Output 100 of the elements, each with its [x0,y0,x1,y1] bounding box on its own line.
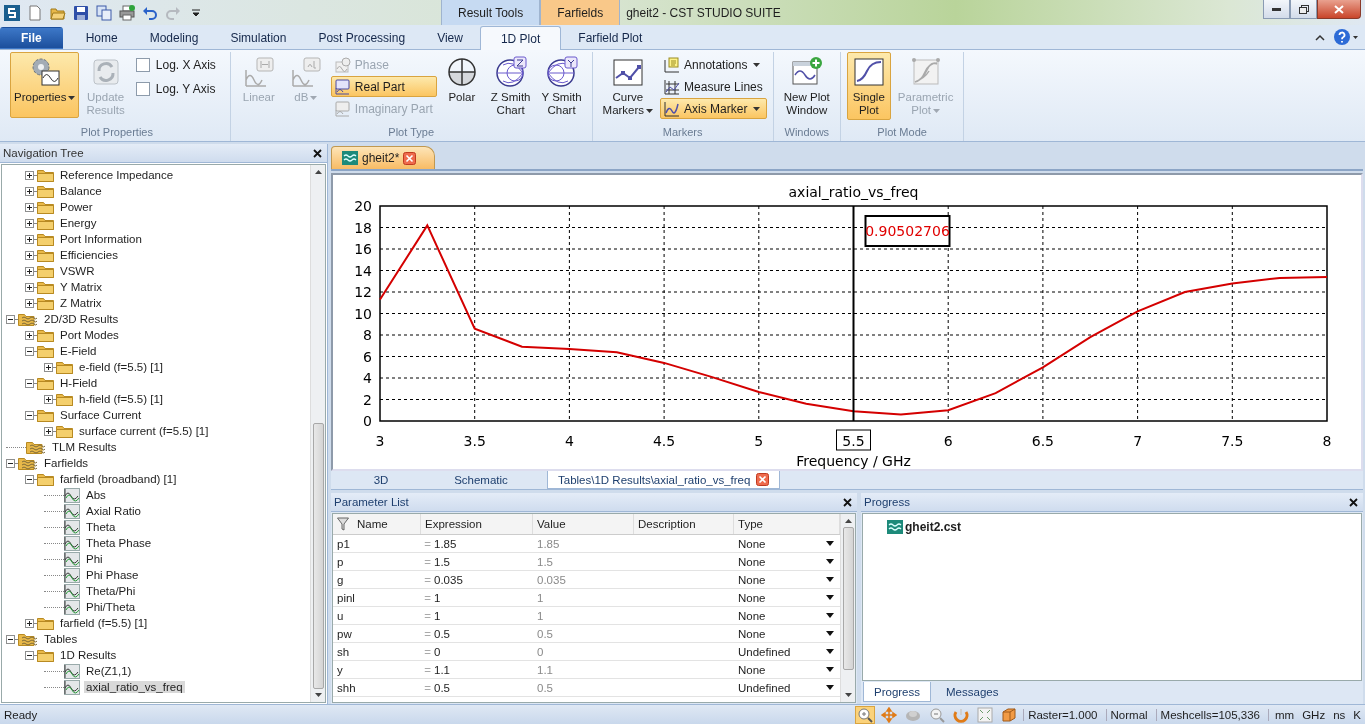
tree-item[interactable]: Re(Z1,1) [84,665,134,677]
expander-icon[interactable] [25,378,34,388]
ribbon-button[interactable]: Z Smith Chart [486,52,535,120]
tree-item[interactable]: Power [58,201,95,213]
column-header[interactable]: Value [533,514,634,534]
table-cell[interactable]: 1 [434,591,441,604]
close-button[interactable] [1317,0,1361,19]
expander-icon[interactable] [25,266,34,276]
tree-item[interactable]: Theta [84,521,118,533]
type-dropdown[interactable]: Undefined [734,643,840,660]
expander-icon[interactable] [25,186,34,196]
help-icon[interactable] [1333,28,1359,46]
close-icon[interactable] [1349,497,1358,507]
expander-icon[interactable] [44,426,53,436]
tree-item[interactable]: h-field (f=5.5) [1] [77,393,166,405]
expander-icon[interactable] [25,474,34,484]
tree-item[interactable]: surface current (f=5.5) [1] [77,425,211,437]
ribbon-tab[interactable]: Modeling [134,27,214,49]
toolbar-button[interactable] [975,705,996,724]
tree-item[interactable]: TLM Results [50,441,119,453]
expander-icon[interactable] [25,330,34,340]
table-cell[interactable]: 1.85 [434,537,457,550]
table-cell[interactable]: 0.5 [434,681,450,694]
type-dropdown[interactable]: None [734,625,840,642]
panel-tab[interactable]: Progress [863,682,932,702]
tree-item[interactable]: Phi Phase [84,569,141,581]
editor-tab[interactable]: Tables\1D Results\axial_ratio_vs_freq [547,471,781,489]
checkbox[interactable] [135,58,150,72]
ribbon-tab[interactable]: Farfield Plot [563,27,658,49]
expander-icon[interactable] [6,314,15,324]
expander-icon[interactable] [44,394,53,404]
minimize-button[interactable] [1263,0,1290,19]
expander-icon[interactable] [25,618,34,628]
expander-icon[interactable] [6,458,15,468]
ribbon-button[interactable]: Y Smith Chart [537,52,586,120]
panel-tab[interactable]: Messages [935,682,1010,702]
scrollbar[interactable] [840,514,855,702]
expander-icon[interactable] [25,346,34,356]
expander-icon[interactable] [25,650,34,660]
table-cell[interactable]: 1.5 [434,555,450,568]
scroll-down-icon[interactable] [844,693,852,698]
tree-item[interactable]: Reference Impedance [58,169,176,181]
tree-item[interactable]: H-Field [58,377,100,389]
table-cell[interactable]: 0 [434,645,441,658]
tree-item[interactable]: Energy [58,217,99,229]
column-header[interactable]: Description [634,514,734,534]
ribbon-button[interactable]: Annotations [660,54,767,75]
tree-item[interactable]: Port Information [58,233,144,245]
expander-icon[interactable] [44,362,53,372]
ribbon-button[interactable]: Properties [10,52,80,118]
column-header[interactable]: Expression [421,514,533,534]
ribbon-tab[interactable]: Post Processing [303,27,421,49]
expander-icon[interactable] [25,410,34,420]
filter-icon[interactable] [337,517,349,531]
table-cell[interactable]: 1.1 [434,663,450,676]
ribbon-button[interactable]: Curve Markers [598,52,658,120]
editor-tab[interactable]: 3D [331,471,431,489]
tree-item[interactable]: Theta/Phi [84,585,138,597]
tree-item[interactable]: Tables [42,633,80,645]
type-dropdown[interactable]: None [734,535,840,552]
scrollbar[interactable] [310,165,325,702]
expander-icon[interactable] [25,218,34,228]
tree-item[interactable]: Phi [84,553,105,565]
tree-item[interactable]: Surface Current [58,409,144,421]
type-dropdown[interactable]: None [734,589,840,606]
ribbon-tab[interactable]: View [422,27,478,49]
table-cell[interactable]: 1 [434,609,441,622]
tree-item[interactable]: Axial Ratio [84,505,143,517]
expander-icon[interactable] [25,250,34,260]
collapse-ribbon-icon[interactable] [1315,33,1325,41]
tree-item[interactable]: Balance [58,185,104,197]
tree-item[interactable]: 1D Results [58,649,119,661]
type-dropdown[interactable]: None [734,553,840,570]
ribbon-button[interactable]: Axis Marker [660,98,767,119]
tree-item[interactable]: Phi/Theta [84,601,138,613]
scroll-down-icon[interactable] [314,693,322,698]
scroll-up-icon[interactable] [314,169,322,174]
tree-item[interactable]: axial_ratio_vs_freq [84,681,185,693]
document-tab[interactable]: gheit2* [331,146,436,169]
expander-icon[interactable] [6,634,15,644]
tree-item[interactable]: Port Modes [58,329,121,341]
expander-icon[interactable] [25,202,34,212]
ribbon-button[interactable]: Measure Lines [660,76,767,97]
tree-item[interactable]: Efficiencies [58,249,120,261]
ribbon-tab[interactable]: 1D Plot [479,26,562,50]
ribbon-button[interactable]: Single Plot [846,52,891,120]
expander-icon[interactable] [25,234,34,244]
axis-marker-line[interactable] [852,205,855,422]
tree-item[interactable]: farfield (broadband) [1] [58,473,179,485]
tree-item[interactable]: E-Field [58,345,99,357]
save-icon[interactable] [73,4,89,21]
type-dropdown[interactable]: None [734,571,840,588]
tree-item[interactable]: farfield (f=5.5) [1] [58,617,150,629]
scroll-up-icon[interactable] [844,518,852,523]
tree-item[interactable]: Farfields [42,457,91,469]
type-dropdown[interactable]: Undefined [734,679,840,696]
tree-item[interactable]: VSWR [58,265,97,277]
print-icon[interactable] [119,4,135,21]
toolbar-button[interactable] [855,705,876,724]
expander-icon[interactable] [25,282,34,292]
